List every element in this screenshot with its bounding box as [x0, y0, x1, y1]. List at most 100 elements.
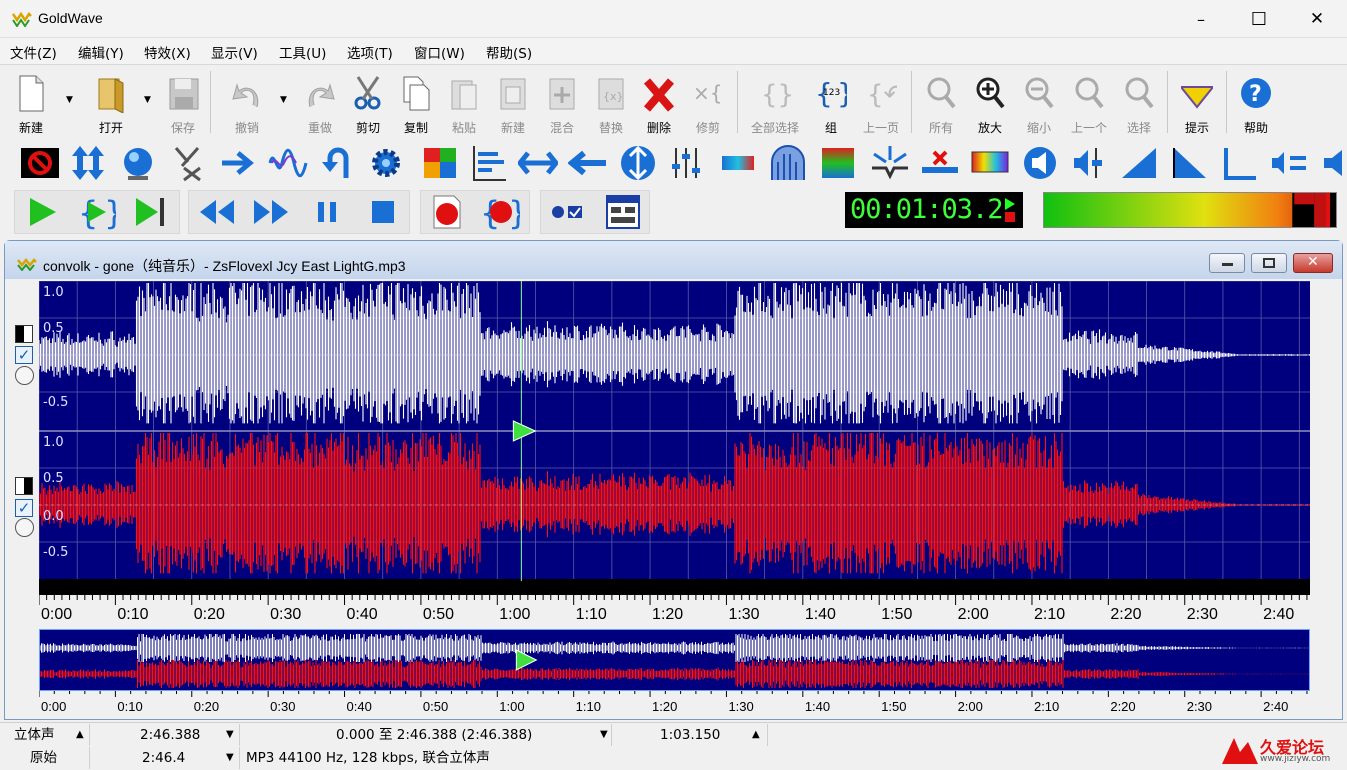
gear-icon[interactable] — [366, 144, 406, 182]
maximize-button[interactable]: ☐ — [1230, 0, 1288, 38]
arch-filter-icon[interactable] — [768, 144, 808, 182]
swap-channels-icon[interactable] — [170, 144, 210, 182]
merge-arrow-icon[interactable] — [218, 144, 258, 182]
duration-status[interactable]: 2:46.388 ▼ — [90, 724, 240, 746]
new-button[interactable]: 新建 — [8, 69, 54, 135]
rainbow-icon[interactable] — [970, 144, 1010, 182]
select-all-button[interactable]: {} 全部选择 — [751, 69, 799, 135]
undo-button[interactable]: 撤销 — [224, 69, 270, 135]
rewind-icon[interactable] — [198, 194, 236, 230]
globe-icon[interactable] — [118, 144, 158, 182]
paste-new-button[interactable]: 新建 — [490, 69, 536, 135]
redo-button[interactable]: 重做 — [297, 69, 343, 135]
volume-equal-icon[interactable] — [1270, 144, 1310, 182]
cut-button[interactable]: 剪切 — [345, 69, 391, 135]
fade-in-icon[interactable] — [1120, 144, 1160, 182]
stop-sign-icon[interactable] — [20, 144, 60, 182]
zoom-select-button[interactable]: 选择 — [1116, 69, 1162, 135]
doc-restore-button[interactable] — [1251, 253, 1287, 273]
equalizer-sliders-icon[interactable] — [668, 144, 708, 182]
previous-button[interactable]: {↶} 上一页 — [858, 69, 904, 135]
waveform-icon[interactable] — [268, 144, 308, 182]
open-dropdown-icon[interactable]: ▼ — [144, 95, 151, 105]
overview-waveform[interactable] — [39, 629, 1310, 691]
device-controls-icon[interactable] — [604, 194, 642, 230]
record-new-icon[interactable] — [428, 194, 466, 230]
close-button[interactable]: ✕ — [1288, 0, 1346, 38]
help-button[interactable]: ? 帮助 — [1233, 69, 1279, 135]
menu-effects[interactable]: 特效(X) — [144, 42, 191, 62]
fade-out-icon[interactable] — [1170, 144, 1210, 182]
menu-window[interactable]: 窗口(W) — [414, 42, 465, 62]
undo-dropdown-icon[interactable]: ▼ — [280, 95, 287, 105]
pause-icon[interactable] — [308, 194, 346, 230]
overview-timeline-label: 2:20 — [1110, 699, 1135, 714]
vertical-expand-icon[interactable] — [618, 144, 658, 182]
right-channel-radio[interactable] — [15, 518, 34, 537]
zoom-out-button[interactable]: 缩小 — [1016, 69, 1062, 135]
delete-button[interactable]: 删除 — [636, 69, 682, 135]
left-channel-enable-checkbox[interactable]: ✓ — [15, 346, 33, 364]
mode-status[interactable]: 原始 — [0, 747, 90, 769]
menu-view[interactable]: 显示(V) — [211, 42, 258, 62]
speaker-right-icon[interactable] — [1318, 144, 1347, 182]
doc-close-button[interactable]: ✕ — [1293, 253, 1333, 273]
fast-forward-icon[interactable] — [252, 194, 290, 230]
length-status[interactable]: 2:46.4 ▼ — [90, 747, 240, 769]
trim-button[interactable]: ×{}× 修剪 — [685, 69, 731, 135]
menu-options[interactable]: 选项(T) — [347, 42, 393, 62]
open-button[interactable]: 打开 — [88, 69, 134, 135]
control-properties-icon[interactable] — [548, 194, 586, 230]
right-channel-enable-checkbox[interactable]: ✓ — [15, 499, 33, 517]
paste-button[interactable]: 粘贴 — [441, 69, 487, 135]
loop-back-icon[interactable] — [318, 144, 358, 182]
color-bar-icon[interactable] — [718, 144, 758, 182]
speaker-icon[interactable] — [1020, 144, 1060, 182]
right-channel-marker[interactable] — [15, 477, 33, 495]
volume-slider-icon[interactable] — [1070, 144, 1110, 182]
set-button[interactable]: {}123 组 — [808, 69, 854, 135]
expand-arrows-icon[interactable] — [518, 144, 558, 182]
noise-reduce-icon[interactable] — [870, 144, 910, 182]
stop-icon[interactable] — [364, 194, 402, 230]
new-dropdown-icon[interactable]: ▼ — [66, 95, 73, 105]
cue-button[interactable]: 提示 — [1174, 69, 1220, 135]
record-selection-icon[interactable]: {} — [482, 194, 520, 230]
color-puzzle-icon[interactable] — [420, 144, 460, 182]
mode-value: 原始 — [30, 750, 57, 766]
timeline-ruler[interactable]: 0:00 0:10 0:20 0:30 0:40 0:50 1:00 1:10 1:20 1:30… — [38, 581, 1310, 623]
minimize-button[interactable]: – — [1172, 0, 1230, 38]
doc-minimize-button[interactable] — [1209, 253, 1245, 273]
copy-icon — [403, 76, 430, 111]
left-channel-marker[interactable] — [15, 325, 33, 343]
left-arrow-icon[interactable] — [568, 144, 608, 182]
length-dropdown-icon: ▼ — [226, 752, 234, 763]
copy-button[interactable]: 复制 — [393, 69, 439, 135]
channels-status[interactable]: 立体声 ▲ — [0, 724, 90, 746]
menu-help[interactable]: 帮助(S) — [486, 42, 532, 62]
menu-tools[interactable]: 工具(U) — [279, 42, 326, 62]
zoom-previous-button[interactable]: 上一个 — [1066, 69, 1112, 135]
marker-icon[interactable] — [1220, 144, 1260, 182]
menu-edit[interactable]: 编辑(Y) — [78, 42, 124, 62]
zoom-all-button[interactable]: 所有 — [918, 69, 964, 135]
play-to-end-icon[interactable] — [132, 194, 170, 230]
position-status[interactable]: 1:03.150 ▲ — [612, 724, 768, 746]
waveform-graph[interactable] — [39, 281, 1310, 581]
clip-icon[interactable] — [920, 144, 960, 182]
left-channel-radio[interactable] — [15, 366, 34, 385]
spectrum-icon[interactable] — [818, 144, 858, 182]
replace-button[interactable]: {x} 替换 — [588, 69, 634, 135]
menu-file[interactable]: 文件(Z) — [10, 42, 57, 62]
play-icon[interactable] — [24, 194, 62, 230]
zoom-in-button[interactable]: 放大 — [967, 69, 1013, 135]
overview-panel[interactable]: 0:00 0:10 0:20 0:30 0:40 0:50 1:00 1:10 1:20 1:30… — [39, 629, 1310, 715]
selection-status[interactable]: 0.000 至 2:46.388 (2:46.388) ▼ — [240, 724, 612, 746]
levels-chart-icon[interactable] — [468, 144, 508, 182]
resize-arrows-icon[interactable] — [68, 144, 108, 182]
play-selection-icon[interactable]: {} — [78, 194, 116, 230]
waveform-display[interactable]: 1.0 0.5 -0.5 1.0 0.5 0.0 -0.5 — [39, 281, 1310, 581]
mix-button[interactable]: 混合 — [539, 69, 585, 135]
save-button[interactable]: 保存 — [160, 69, 206, 135]
timeline-label: 1:50 — [881, 606, 912, 623]
